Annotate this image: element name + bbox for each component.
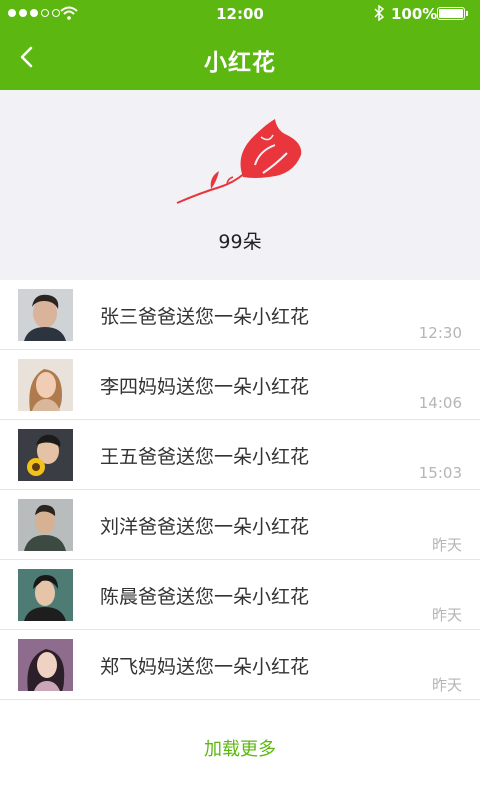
list-item[interactable]: 刘洋爸爸送您一朵小红花 昨天: [0, 490, 480, 560]
avatar: [18, 499, 73, 551]
message-text: 张三爸爸送您一朵小红花: [100, 306, 310, 328]
message-time: 15:03: [418, 464, 462, 482]
message-text: 李四妈妈送您一朵小红花: [100, 376, 310, 398]
avatar: [18, 429, 73, 481]
message-text: 郑飞妈妈送您一朵小红花: [100, 656, 310, 678]
avatar: [18, 359, 73, 411]
avatar: [18, 569, 73, 621]
list-item[interactable]: 王五爸爸送您一朵小红花 15:03: [0, 420, 480, 490]
message-time: 昨天: [431, 676, 462, 694]
rose-icon: [176, 119, 302, 204]
avatar: [18, 639, 73, 691]
battery-icon: [437, 7, 468, 20]
message-time: 昨天: [431, 606, 462, 624]
bluetooth-icon: [374, 5, 385, 21]
message-list: 张三爸爸送您一朵小红花 12:30 李四妈妈送您一朵小红花 14:06 王五爸爸…: [0, 280, 480, 700]
message-time: 昨天: [431, 536, 462, 554]
list-item[interactable]: 张三爸爸送您一朵小红花 12:30: [0, 280, 480, 350]
load-more-button[interactable]: 加载更多: [0, 735, 480, 761]
page-title: 小红花: [204, 50, 276, 76]
avatar: [18, 289, 73, 341]
status-bar: 12:00 100%: [0, 0, 480, 27]
message-text: 刘洋爸爸送您一朵小红花: [100, 516, 310, 538]
list-item[interactable]: 李四妈妈送您一朵小红花 14:06: [0, 350, 480, 420]
message-time: 14:06: [418, 394, 462, 412]
message-time: 12:30: [418, 324, 462, 342]
flower-count: 99朵: [218, 231, 262, 253]
flower-summary: 99朵: [0, 90, 480, 280]
list-item[interactable]: 陈晨爸爸送您一朵小红花 昨天: [0, 560, 480, 630]
battery-percent: 100%: [391, 5, 438, 23]
message-text: 王五爸爸送您一朵小红花: [100, 446, 310, 468]
message-text: 陈晨爸爸送您一朵小红花: [100, 586, 310, 608]
list-item[interactable]: 郑飞妈妈送您一朵小红花 昨天: [0, 630, 480, 700]
nav-bar: 小红花: [0, 27, 480, 90]
